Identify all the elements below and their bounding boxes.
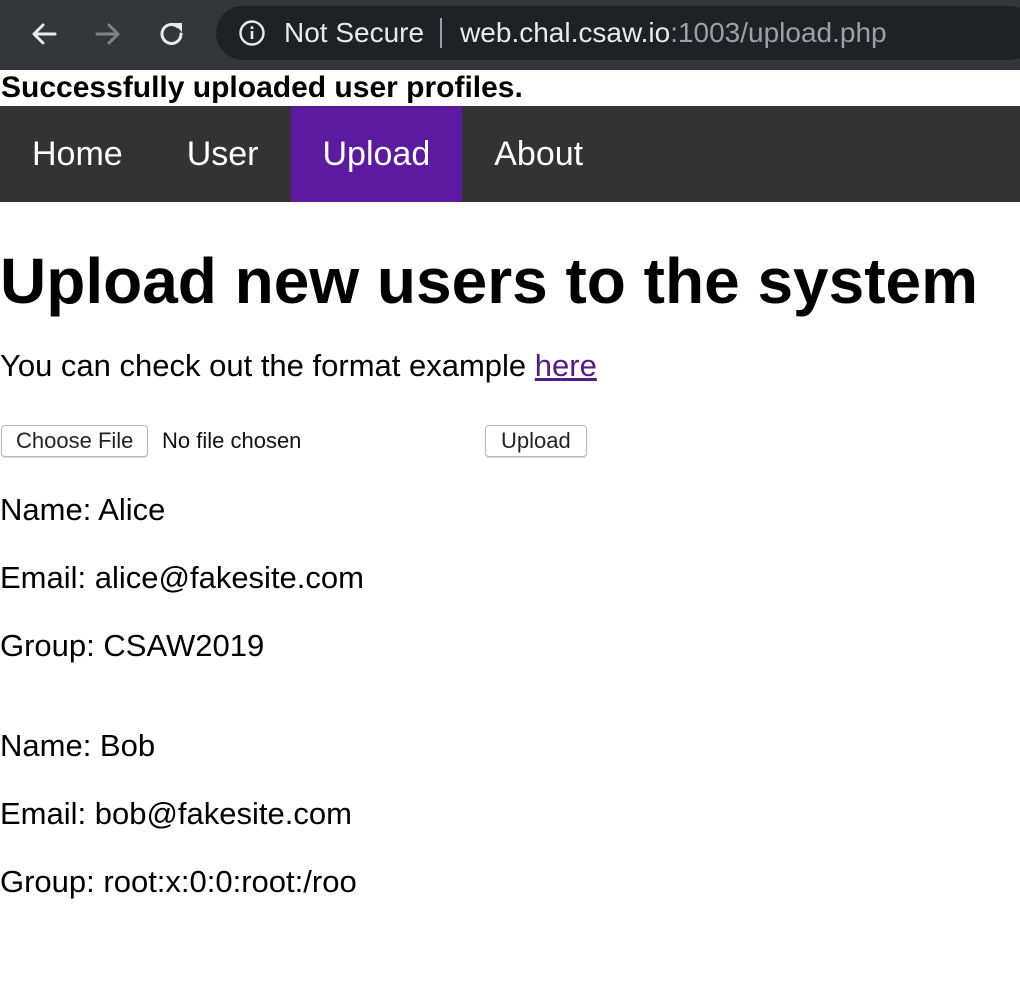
profile-entry: Name: Alice Email: alice@fakesite.com Gr… [0,492,1020,664]
omnibox-divider [440,18,443,48]
profile-entry: Name: Bob Email: bob@fakesite.com Group:… [0,728,1020,900]
flash-message: Successfully uploaded user profiles. [1,71,523,104]
profile-name: Name: Alice [0,492,166,527]
profile-email: Email: alice@fakesite.com [0,560,364,595]
page-title: Upload new users to the system [0,245,979,317]
address-bar[interactable]: Not Secure web.chal.csaw.io:1003/upload.… [216,6,1020,60]
browser-toolbar: Not Secure web.chal.csaw.io:1003/upload.… [0,0,1020,70]
profile-group: Group: CSAW2019 [0,628,265,663]
format-hint-text: You can check out the format example [0,348,535,383]
upload-form: Choose File No file chosen Upload [0,424,1020,458]
profile-name: Name: Bob [0,728,156,763]
top-navigation: Home User Upload About [0,106,1020,202]
security-label[interactable]: Not Secure [284,17,424,49]
profile-email: Email: bob@fakesite.com [0,796,352,831]
url-text[interactable]: web.chal.csaw.io:1003/upload.php [460,17,887,49]
reload-icon[interactable] [152,14,192,54]
forward-icon[interactable] [88,14,128,54]
format-example-link[interactable]: here [535,348,597,383]
format-hint: You can check out the format example her… [0,348,1020,384]
back-icon[interactable] [24,14,64,54]
nav-home[interactable]: Home [0,106,155,202]
info-icon[interactable] [238,19,266,47]
profile-group: Group: root:x:0:0:root:/roo [0,864,357,899]
profile-list: Name: Alice Email: alice@fakesite.com Gr… [0,492,1020,900]
nav-upload[interactable]: Upload [290,106,463,202]
url-path: :1003/upload.php [670,17,887,48]
file-status: No file chosen [162,428,302,453]
upload-button[interactable]: Upload [485,425,587,457]
nav-about[interactable]: About [462,106,615,202]
url-host: web.chal.csaw.io [460,17,671,48]
choose-file-button[interactable]: Choose File [1,425,149,457]
nav-user[interactable]: User [155,106,291,202]
